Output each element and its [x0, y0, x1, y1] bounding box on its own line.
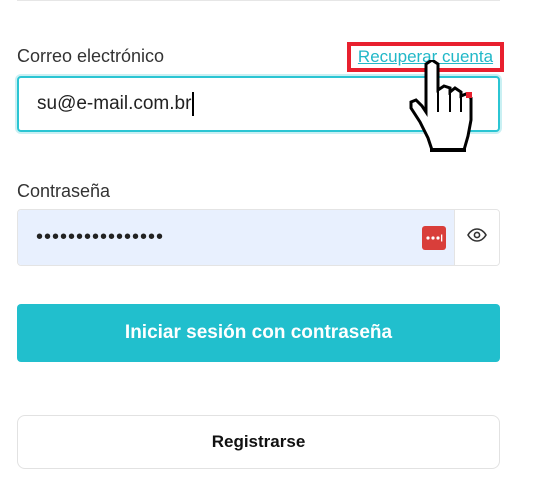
register-button[interactable]: Registrarse — [17, 415, 500, 469]
email-value: su@e-mail.com.br — [37, 93, 192, 114]
show-password-button[interactable] — [454, 210, 499, 265]
hand-pointer-cursor — [408, 58, 478, 156]
eye-icon — [467, 228, 487, 247]
login-form: Correo electrónico Recuperar cuenta su@e… — [0, 0, 539, 483]
password-manager-icon[interactable] — [422, 226, 446, 250]
text-caret — [192, 92, 194, 116]
password-input[interactable]: •••••••••••••••• — [18, 210, 454, 265]
email-label: Correo electrónico — [17, 46, 165, 66]
password-value: •••••••••••••••• — [36, 226, 165, 248]
login-with-password-button[interactable]: Iniciar sesión con contraseña — [17, 304, 500, 362]
password-label: Contraseña — [17, 181, 111, 201]
top-divider — [17, 0, 500, 1]
password-input-group: •••••••••••••••• — [17, 209, 500, 266]
